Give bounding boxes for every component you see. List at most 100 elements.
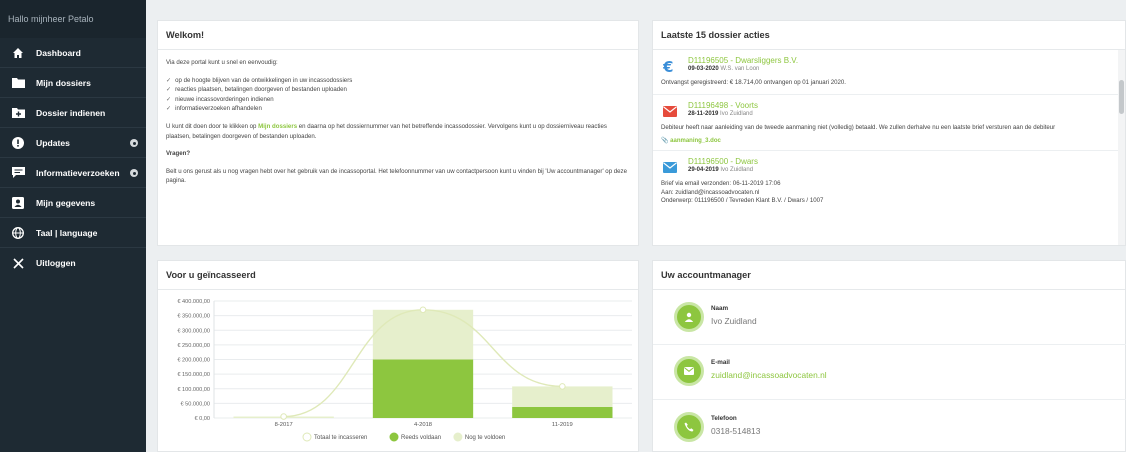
sidebar-item-label: Taal | language: [36, 227, 98, 238]
alert-icon: [11, 136, 25, 150]
name-label: Naam: [711, 305, 729, 312]
x-tick-label: 8-2017: [275, 422, 293, 428]
user-card-icon: [11, 196, 25, 210]
questions-title: Vragen?: [166, 150, 191, 158]
email-link[interactable]: zuidland@incassoadvocaten.nl: [711, 370, 827, 380]
line-point: [280, 413, 287, 420]
legend-swatch: [302, 432, 312, 442]
y-tick-label: € 200.000,00: [177, 358, 210, 364]
legend-label: Totaal te incasseren: [314, 435, 367, 441]
action-text: Ontvangst geregistreerd: € 18.714,00 ont…: [661, 79, 846, 86]
bar-reeds-voldaan: [512, 406, 613, 418]
list-item: op de hoogte blijven van de ontwikkeling…: [166, 76, 630, 86]
collected-chart-card: Voor u geïncasseerd € 0,00 € 50.000,00 € 1…: [157, 260, 639, 452]
sidebar-item-label: Uitloggen: [36, 258, 76, 268]
mail-red-icon: [663, 104, 677, 118]
email-label: E-mail: [711, 359, 730, 366]
sidebar-item-dashboard[interactable]: Dashboard: [0, 38, 146, 68]
sidebar-item-mijn-gegevens[interactable]: Mijn gegevens: [0, 188, 146, 218]
y-tick-label: € 50.000,00: [180, 401, 210, 407]
x-tick-label: 11-2019: [552, 422, 573, 428]
mijn-dossiers-link[interactable]: Mijn dossiers: [258, 123, 297, 130]
line-point: [559, 383, 566, 390]
scrollbar[interactable]: [1118, 50, 1125, 245]
list-item: informatieverzoeken afhandelen: [166, 104, 630, 114]
manager-phone-row: Telefoon 0318-514813: [653, 401, 1126, 452]
sidebar-item-label: Mijn dossiers: [36, 77, 91, 88]
sidebar-item-label: Updates: [36, 137, 70, 148]
home-icon: [11, 46, 25, 60]
welcome-card: Welkom! Via deze portal kunt u snel en e…: [157, 20, 639, 246]
sidebar-item-taal[interactable]: Taal | language: [0, 218, 146, 248]
legend-label: Nog te voldoen: [465, 435, 505, 441]
notification-dot: [130, 139, 138, 147]
dossier-actions-card: Laatste 15 dossier acties € D11196505 - …: [652, 20, 1126, 246]
phone-value: 0318-514813: [711, 426, 761, 436]
sidebar-item-dossier-indienen[interactable]: Dossier indienen: [0, 98, 146, 128]
sidebar-item-label: Dossier indienen: [36, 107, 106, 118]
folder-icon: [11, 76, 25, 90]
euro-icon: €: [662, 58, 677, 76]
action-person: W.S. van Loon: [720, 66, 760, 72]
legend-swatch: [389, 432, 399, 442]
legend-label: Reeds voldaan: [401, 435, 441, 441]
dossier-link[interactable]: D11196498 - Voorts: [688, 101, 1113, 110]
list-item: D11196498 - Voorts 28-11-2019 Ivo Zuidla…: [653, 95, 1125, 152]
dossier-link[interactable]: D11196505 - Dwarsliggers B.V.: [688, 56, 1113, 65]
phone-label: Telefoon: [711, 415, 737, 422]
welcome-bullets: op de hoogte blijven van de ontwikkeling…: [166, 76, 630, 114]
action-date: 29-04-2019: [688, 167, 719, 174]
action-date: 28-11-2019: [688, 110, 719, 117]
y-tick-label: € 400.000,00: [177, 299, 210, 305]
list-item: reacties plaatsen, betalingen doorgeven …: [166, 85, 630, 95]
welcome-intro: Via deze portal kunt u snel en eenvoudig…: [166, 59, 278, 66]
y-tick-label: € 350.000,00: [177, 314, 210, 320]
sidebar-item-mijn-dossiers[interactable]: Mijn dossiers: [0, 68, 146, 98]
notification-dot: [130, 169, 138, 177]
name-value: Ivo Zuidland: [711, 316, 757, 326]
mail-icon: [674, 356, 704, 386]
account-manager-card: Uw accountmanager Naam Ivo Zuidland E-ma…: [652, 260, 1126, 452]
sidebar-item-label: Mijn gegevens: [36, 197, 96, 208]
action-date: 09-03-2020: [688, 66, 719, 72]
scrollbar-thumb[interactable]: [1119, 80, 1124, 114]
y-tick-label: € 300.000,00: [177, 328, 210, 334]
actions-title: Laatste 15 dossier acties: [653, 21, 1125, 50]
sidebar-item-uitloggen[interactable]: Uitloggen: [0, 248, 146, 278]
folder-plus-icon: [11, 106, 25, 120]
chart-title: Voor u geïncasseerd: [158, 261, 638, 290]
action-line: Aan: zuidland@incassoadvocaten.nl: [661, 188, 760, 196]
x-tick-label: 4-2018: [414, 422, 432, 428]
welcome-title: Welkom!: [158, 21, 638, 50]
attachment-link[interactable]: 📎 aanmaning_3.doc: [661, 137, 1113, 144]
list-item: nieuwe incassovorderingen indienen: [166, 95, 630, 105]
user-icon: [674, 302, 704, 332]
line-point: [419, 306, 427, 314]
list-item: D11196500 - Dwars 29-04-2019 Ivo Zuidlan…: [653, 151, 1125, 212]
list-item: € D11196505 - Dwarsliggers B.V. 09-03-20…: [653, 50, 1125, 95]
legend-swatch: [453, 432, 463, 442]
action-line: Brief via email verzonden: 06-11-2019 17…: [661, 180, 781, 188]
sidebar: Hallo mijnheer Petalo Dashboard Mijn dos…: [0, 0, 146, 452]
y-tick-label: € 150.000,00: [177, 372, 210, 378]
dossier-link[interactable]: D11196500 - Dwars: [688, 157, 1113, 166]
top-bar: [146, 0, 1126, 11]
sidebar-item-label: Informatieverzoeken: [36, 167, 120, 178]
sidebar-item-informatieverzoeken[interactable]: Informatieverzoeken: [0, 158, 146, 188]
actions-list[interactable]: € D11196505 - Dwarsliggers B.V. 09-03-20…: [653, 50, 1125, 245]
sidebar-item-label: Dashboard: [36, 47, 81, 58]
action-line: Onderwerp: 011196500 / Tevreden Klant B.…: [661, 197, 824, 205]
mail-blue-icon: [663, 160, 677, 174]
action-person: Ivo Zuidland: [720, 110, 753, 117]
svg-text:€: €: [663, 59, 673, 73]
user-greeting: Hallo mijnheer Petalo: [0, 0, 146, 38]
bar-nog-te-voldoen: [372, 309, 474, 360]
y-tick-label: € 250.000,00: [177, 343, 210, 349]
welcome-instructions: U kunt dit doen door te klikken op Mijn …: [166, 122, 607, 140]
collected-chart: € 0,00 € 50.000,00 € 100.000,00 € 150.000,0…: [177, 299, 632, 442]
questions-text: Belt u ons gerust als u nog vragen hebt …: [166, 167, 627, 185]
phone-icon: [674, 412, 704, 442]
attachment-icon: 📎: [661, 138, 669, 145]
sidebar-item-updates[interactable]: Updates: [0, 128, 146, 158]
action-text: Debiteur heeft naar aanleiding van de tw…: [661, 123, 1056, 131]
